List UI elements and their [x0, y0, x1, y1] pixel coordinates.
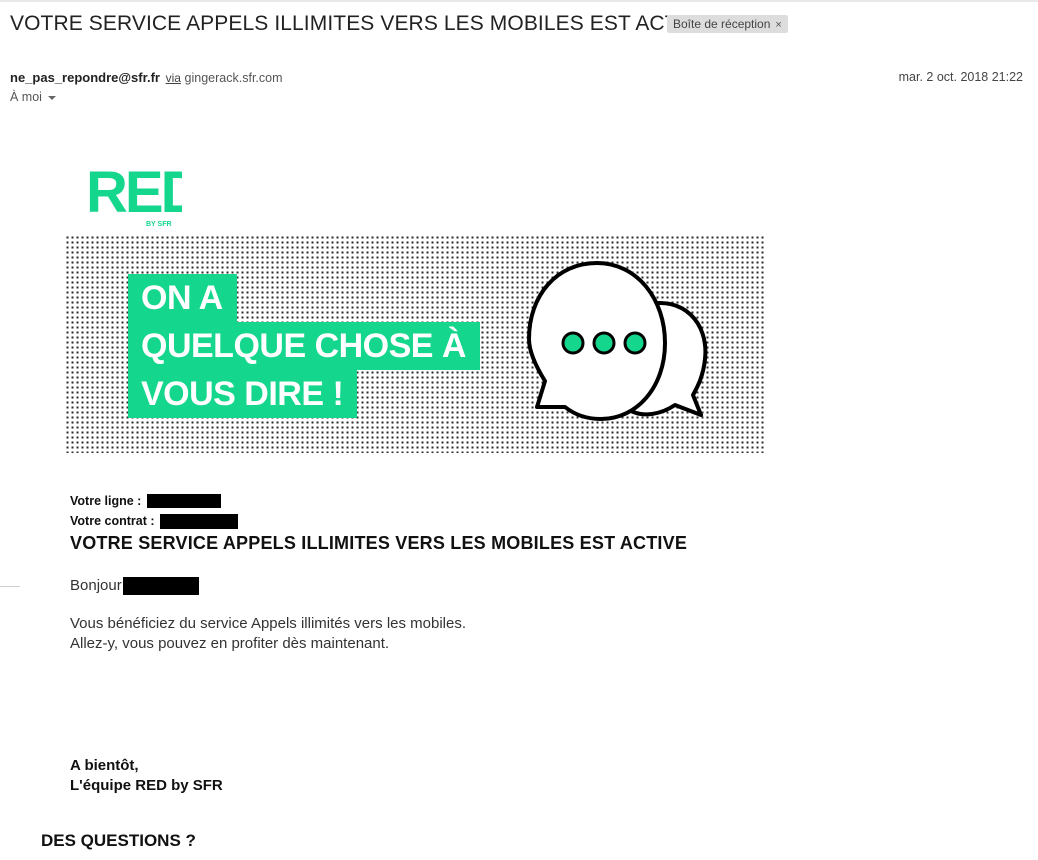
- banner-line-1: ON A: [128, 274, 237, 322]
- signature-line-2: L'équipe RED by SFR: [70, 777, 223, 794]
- logo-subtext: BY SFR: [146, 221, 172, 228]
- redacted-line: [146, 494, 221, 508]
- banner-line-2: QUELQUE CHOSE À: [128, 322, 480, 370]
- contract-info: Votre contrat :: [70, 514, 238, 529]
- promo-banner: ON A QUELQUE CHOSE À VOUS DIRE !: [65, 235, 765, 453]
- recipient-text: À moi: [10, 90, 42, 104]
- questions-heading: DES QUESTIONS ?: [41, 831, 196, 850]
- via-link[interactable]: via: [166, 71, 181, 85]
- sender-line: ne_pas_repondre@sfr.fr via gingerack.sfr…: [10, 70, 283, 85]
- logo-text: RED: [86, 162, 182, 225]
- redacted-name: [122, 577, 199, 595]
- signature: A bientôt, L'équipe RED by SFR: [70, 756, 223, 796]
- greeting-text: Bonjour: [70, 577, 122, 594]
- body-title: VOTRE SERVICE APPELS ILLIMITES VERS LES …: [70, 533, 688, 553]
- via-domain: gingerack.sfr.com: [184, 71, 283, 85]
- line-info: Votre ligne :: [70, 494, 221, 508]
- contract-label: Votre contrat :: [70, 514, 155, 528]
- line-label: Votre ligne :: [70, 494, 142, 508]
- email-subject: VOTRE SERVICE APPELS ILLIMITES VERS LES …: [10, 12, 712, 35]
- chat-bubble-icon: [527, 261, 708, 421]
- inbox-label-chip[interactable]: Boîte de réception ×: [667, 15, 788, 33]
- chevron-down-icon[interactable]: [47, 95, 56, 100]
- greeting: Bonjour: [70, 577, 199, 595]
- remove-label-icon[interactable]: ×: [775, 19, 781, 31]
- email-date: mar. 2 oct. 2018 21:22: [898, 70, 1023, 84]
- divider: [0, 586, 20, 587]
- inbox-label-text: Boîte de réception: [673, 17, 771, 31]
- top-border: [0, 0, 1038, 2]
- message-paragraph: Vous bénéficiez du service Appels illimi…: [70, 614, 466, 654]
- red-by-sfr-logo: RED BY SFR: [86, 162, 182, 228]
- sender-email[interactable]: ne_pas_repondre@sfr.fr: [10, 70, 160, 85]
- signature-line-1: A bientôt,: [70, 757, 139, 774]
- redacted-contract: [159, 514, 238, 529]
- banner-line-3: VOUS DIRE !: [128, 370, 358, 418]
- message-line-2: Allez-y, vous pouvez en profiter dès mai…: [70, 635, 390, 652]
- message-line-1: Vous bénéficiez du service Appels illimi…: [70, 615, 467, 632]
- recipient-toggle[interactable]: À moi: [10, 90, 56, 104]
